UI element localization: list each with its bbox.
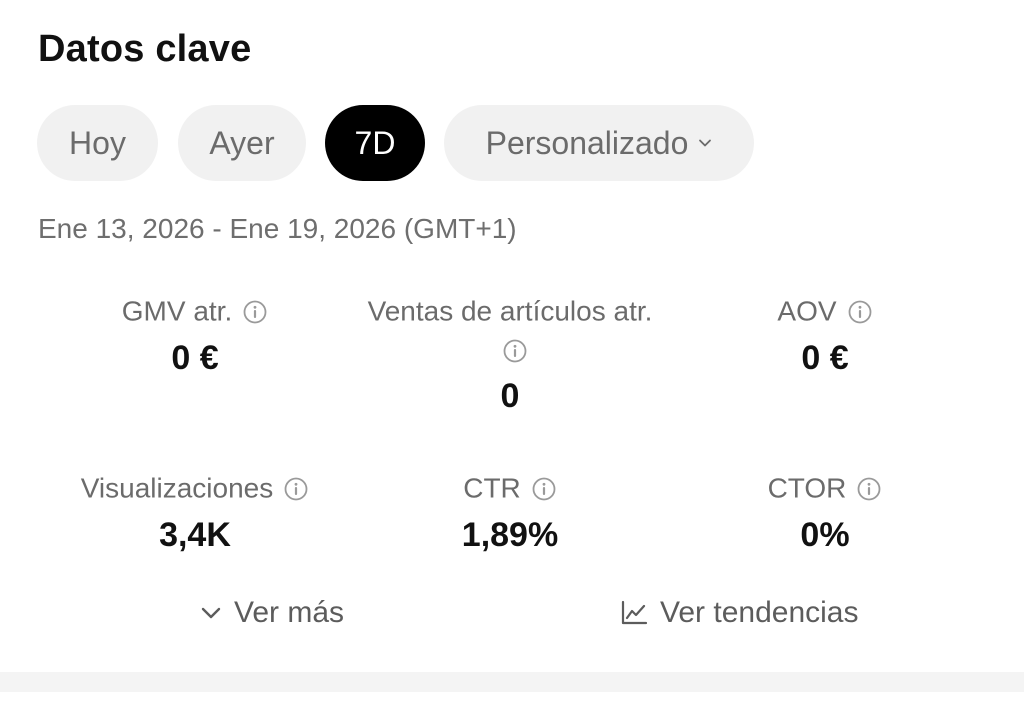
trend-chart-icon — [621, 600, 648, 625]
tab-personalizado-dropdown[interactable]: Personalizado — [444, 105, 754, 181]
chevron-down-icon — [699, 139, 712, 147]
metric-value: 0 € — [171, 338, 219, 377]
info-icon[interactable] — [283, 476, 309, 502]
ver-mas-label: Ver más — [234, 596, 345, 629]
metric-label: Visualizaciones — [80, 472, 274, 504]
metric-value: 0% — [800, 515, 850, 554]
info-icon[interactable] — [856, 476, 882, 502]
page-title: Datos clave — [38, 28, 252, 70]
tab-label: Personalizado — [485, 124, 689, 161]
metric-label: Ventas de artículos atr. — [367, 295, 653, 327]
metric-aov: AOV 0 € — [655, 291, 995, 378]
tab-ayer[interactable]: Ayer — [178, 105, 306, 181]
tab-7d[interactable]: 7D — [325, 105, 425, 181]
metric-ctor: CTOR 0% — [655, 468, 995, 555]
metric-value: 0 € — [801, 338, 849, 377]
tab-label: Ayer — [209, 124, 275, 161]
section-divider — [0, 672, 1024, 692]
tab-hoy[interactable]: Hoy — [37, 105, 158, 181]
metric-value: 0 — [500, 376, 520, 415]
metric-label: AOV — [777, 295, 837, 327]
ver-tendencias-label: Ver tendencias — [660, 596, 859, 629]
metric-ventas-articulos: Ventas de artículos atr. 0 — [340, 291, 680, 416]
ver-tendencias-button[interactable]: Ver tendencias — [620, 596, 858, 630]
metric-visualizaciones: Visualizaciones 3,4K — [25, 468, 365, 555]
metric-gmv: GMV atr. 0 € — [25, 291, 365, 378]
info-icon[interactable] — [531, 476, 557, 502]
metric-label: GMV atr. — [121, 295, 233, 327]
chevron-down-icon — [201, 607, 221, 619]
metric-value: 3,4K — [159, 515, 231, 554]
tab-label: 7D — [354, 124, 396, 161]
tab-label: Hoy — [69, 124, 126, 161]
metric-ctr: CTR 1,89% — [340, 468, 680, 555]
info-icon[interactable] — [847, 299, 873, 325]
ver-mas-button[interactable]: Ver más — [200, 596, 344, 630]
date-range: Ene 13, 2026 - Ene 19, 2026 (GMT+1) — [38, 213, 517, 244]
metric-label: CTOR — [767, 472, 847, 504]
info-icon[interactable] — [502, 338, 528, 364]
metric-label: CTR — [463, 472, 521, 504]
key-data-panel: Datos clave Hoy Ayer 7D Personalizado En… — [0, 0, 1024, 715]
info-icon[interactable] — [242, 299, 268, 325]
metric-value: 1,89% — [461, 515, 559, 554]
